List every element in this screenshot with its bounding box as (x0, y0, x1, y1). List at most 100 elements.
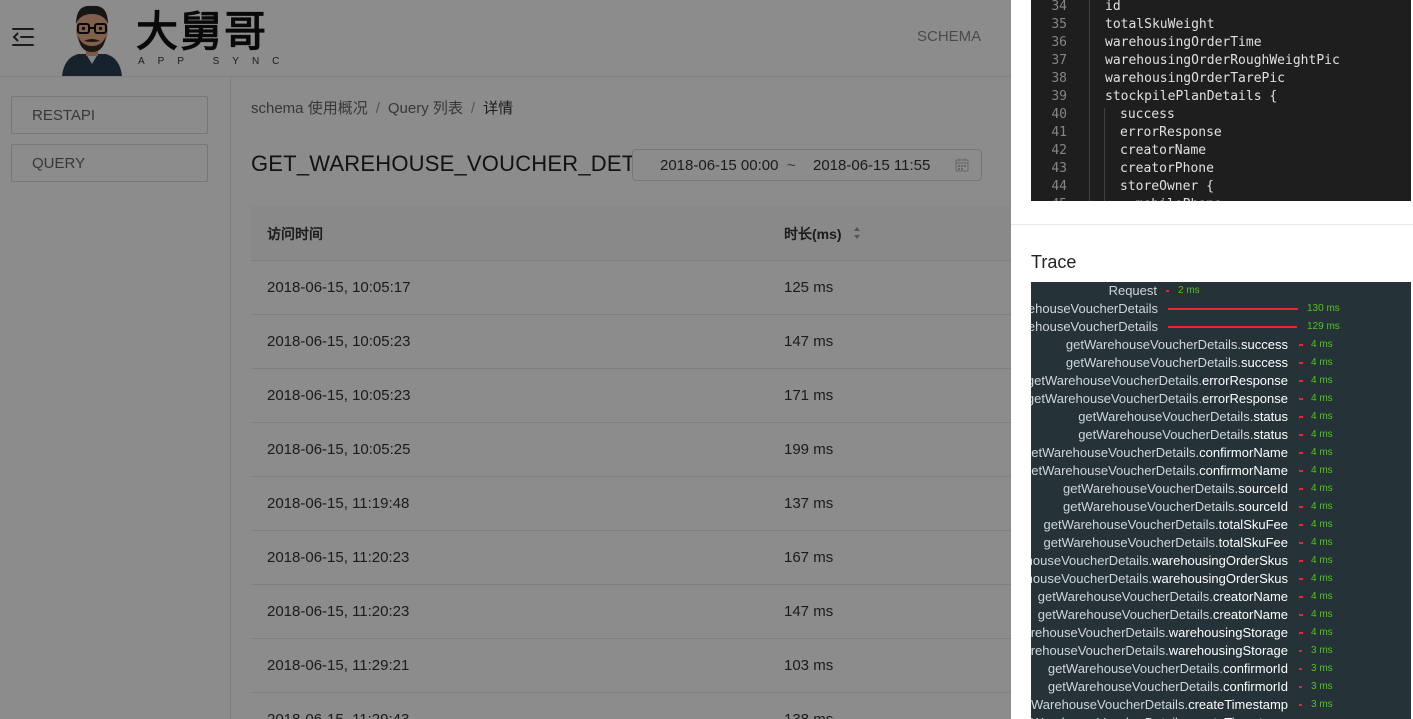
code-text: totalSkuWeight (1105, 17, 1215, 32)
trace-name: getWarehouseVoucherDetails.totalSkuFee (1044, 517, 1289, 533)
trace-row: getWarehouseVoucherDetails 129 ms (1031, 318, 1411, 336)
trace-duration-label: 3 ms (1311, 645, 1333, 656)
trace-duration-label: 4 ms (1311, 609, 1333, 620)
trace-name: getWarehouseVoucherDetails.success (1066, 337, 1288, 353)
code-text: success (1120, 107, 1175, 122)
code-line: 35 totalSkuWeight (1031, 16, 1411, 34)
trace-title: Trace (1031, 252, 1077, 272)
line-number: 44 (1051, 179, 1067, 194)
trace-field: warehousingOrderSkus (1152, 571, 1288, 586)
code-line: 38 warehousingOrderTarePic (1031, 70, 1411, 88)
trace-row: getWarehouseVoucherDetails.confirmorName… (1031, 444, 1411, 462)
trace-duration-label: 4 ms (1311, 591, 1333, 602)
trace-duration-label: 4 ms (1311, 501, 1333, 512)
trace-path: getWarehouseVoucherDetails. (1031, 463, 1200, 478)
trace-row: getWarehouseVoucherDetails.createTimesta… (1031, 696, 1411, 714)
line-number: 35 (1051, 17, 1067, 32)
trace-path: getWarehouseVoucherDetails. (1043, 535, 1219, 550)
trace-row: getWarehouseVoucherDetails.createTimesta… (1031, 714, 1411, 719)
trace-row: getWarehouseVoucherDetails.totalSkuFee 4 … (1031, 534, 1411, 552)
trace-duration-bar (1299, 398, 1303, 400)
trace-field: confirmorId (1222, 661, 1288, 676)
trace-duration-bar (1299, 416, 1303, 418)
trace-name: getWarehouseVoucherDetails.confirmorId (1048, 661, 1288, 677)
trace-duration-bar (1299, 452, 1303, 454)
trace-path: getWarehouseVoucherDetails. (1078, 409, 1254, 424)
line-number: 36 (1051, 35, 1067, 50)
trace-duration-label: 4 ms (1311, 393, 1333, 404)
trace-row: getWarehouseVoucherDetails.warehousingSt… (1031, 624, 1411, 642)
code-text: storeOwner { (1120, 179, 1214, 194)
trace-duration-bar (1299, 650, 1302, 652)
trace-path: getWarehouseVoucherDetails. (1047, 679, 1223, 694)
trace-duration-bar (1299, 668, 1302, 670)
line-number: 41 (1051, 125, 1067, 140)
trace-duration-bar (1299, 470, 1303, 472)
trace-field: confirmorId (1222, 679, 1288, 694)
trace-path: getWarehouseVoucherDetails. (1031, 715, 1188, 719)
trace-duration-bar (1299, 434, 1303, 436)
code-line: 41 errorResponse (1031, 124, 1411, 142)
trace-field: confirmorName (1199, 445, 1288, 460)
code-text: creatorPhone (1120, 161, 1214, 176)
line-number: 40 (1051, 107, 1067, 122)
trace-duration-bar (1299, 596, 1303, 598)
trace-field: createTimestamp (1188, 715, 1288, 719)
drawer-mask-overlay[interactable] (0, 0, 1011, 719)
trace-row: getWarehouseVoucherDetails.status 4 ms (1031, 426, 1411, 444)
trace-name: getWarehouseVoucherDetails.creatorName (1038, 607, 1288, 623)
trace-duration-label: 4 ms (1311, 627, 1333, 638)
trace-field: creatorName (1212, 607, 1288, 622)
trace-field: confirmorName (1199, 463, 1288, 478)
trace-duration-label: 4 ms (1311, 465, 1333, 476)
trace-row: getWarehouseVoucherDetails 130 ms (1031, 300, 1411, 318)
trace-row: Request 2 ms (1031, 282, 1411, 300)
trace-name: getWarehouseVoucherDetails.warehousingOr… (1031, 553, 1288, 569)
trace-name: getWarehouseVoucherDetails.createTimesta… (1031, 715, 1288, 719)
trace-name: Request (1109, 283, 1157, 299)
trace-path: getWarehouseVoucherDetails. (1031, 643, 1169, 658)
trace-path: getWarehouseVoucherDetails. (1063, 481, 1239, 496)
code-line: 34 id (1031, 0, 1411, 16)
main-area: 大舅哥 APP SYNC SCHEMA RESTAPI QUERY schema… (0, 0, 1011, 719)
trace-row: getWarehouseVoucherDetails.success 4 ms (1031, 354, 1411, 372)
trace-duration-bar (1299, 704, 1302, 706)
trace-duration-bar (1166, 290, 1169, 292)
trace-duration-bar (1299, 506, 1303, 508)
trace-field: errorResponse (1202, 391, 1288, 406)
trace-path: getWarehouseVoucherDetails. (1031, 625, 1169, 640)
trace-field: warehousingStorage (1168, 625, 1288, 640)
code-text: warehousingOrderTarePic (1105, 71, 1286, 86)
trace-duration-bar (1168, 308, 1298, 310)
trace-duration-label: 4 ms (1311, 537, 1333, 548)
trace-row: getWarehouseVoucherDetails.sourceId 4 ms (1031, 498, 1411, 516)
trace-row: getWarehouseVoucherDetails.confirmorId 3 … (1031, 678, 1411, 696)
code-line: 40 success (1031, 106, 1411, 124)
trace-duration-label: 4 ms (1311, 519, 1333, 530)
trace-duration-label: 4 ms (1311, 339, 1333, 350)
code-line: 39 stockpilePlanDetails { (1031, 88, 1411, 106)
trace-name: getWarehouseVoucherDetails.confirmorName (1031, 463, 1288, 479)
trace-row: getWarehouseVoucherDetails.status 4 ms (1031, 408, 1411, 426)
query-code-viewer[interactable]: 34 id 35 totalSkuWeight 36 warehousingOrderTi… (1031, 0, 1411, 201)
trace-duration-label: 4 ms (1311, 573, 1333, 584)
trace-duration-bar (1299, 578, 1303, 580)
trace-viewer[interactable]: Request 2 ms getWarehouseVoucherDetails 130… (1031, 282, 1411, 719)
trace-duration-label: 4 ms (1311, 483, 1333, 494)
trace-duration-bar (1299, 362, 1303, 364)
code-line: 45 mobilePhone (1031, 196, 1411, 201)
code-text: stockpilePlanDetails { (1105, 89, 1278, 104)
trace-field: errorResponse (1202, 373, 1288, 388)
trace-field: sourceId (1238, 481, 1288, 496)
trace-name: getWarehouseVoucherDetails.status (1078, 409, 1288, 425)
trace-path: getWarehouseVoucherDetails. (1031, 391, 1202, 406)
trace-row: getWarehouseVoucherDetails.success 4 ms (1031, 336, 1411, 354)
trace-path: getWarehouseVoucherDetails. (1031, 553, 1153, 568)
trace-field: totalSkuFee (1218, 517, 1288, 532)
detail-drawer: 34 id 35 totalSkuWeight 36 warehousingOrderTi… (1011, 0, 1413, 719)
trace-path: getWarehouseVoucherDetails. (1065, 337, 1242, 352)
trace-duration-label: 4 ms (1311, 357, 1333, 368)
trace-row: getWarehouseVoucherDetails.creatorName 4 … (1031, 588, 1411, 606)
trace-path: getWarehouseVoucherDetails. (1065, 355, 1242, 370)
trace-name: getWarehouseVoucherDetails.success (1066, 355, 1288, 371)
